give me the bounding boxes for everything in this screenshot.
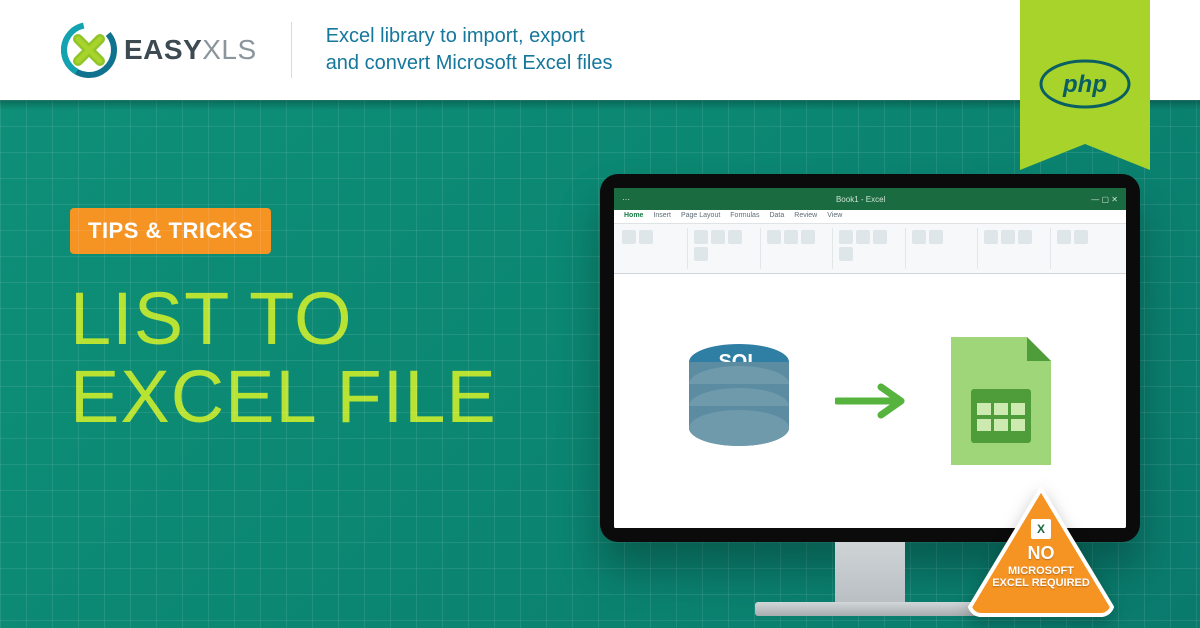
brand-name: EASYXLS [124, 34, 257, 66]
excel-tabs: Home Insert Page Layout Formulas Data Re… [614, 210, 1126, 224]
warn-l3: EXCEL REQUIRED [992, 577, 1090, 589]
php-icon: php [1039, 59, 1131, 109]
tech-ribbon: php [1020, 0, 1150, 144]
monitor-illustration: ⋯Book1 - Excel— ▢ ✕ Home Insert Page Lay… [600, 174, 1140, 616]
warning-text: NO MICROSOFT EXCEL REQUIRED [966, 543, 1116, 590]
hero: TIPS & TRICKS LIST TO EXCEL FILE ⋯Book1 … [0, 100, 1200, 628]
brand-easy: EASY [124, 34, 202, 65]
tab-pagelayout: Page Layout [681, 212, 720, 223]
tab-view: View [827, 212, 842, 223]
monitor-neck [835, 542, 905, 602]
tab-home: Home [624, 212, 643, 223]
svg-text:php: php [1062, 71, 1107, 98]
tab-insert: Insert [653, 212, 671, 223]
tab-review: Review [794, 212, 817, 223]
warn-l2: MICROSOFT [1008, 565, 1074, 577]
tagline-line2: and convert Microsoft Excel files [326, 50, 613, 77]
tab-formulas: Formulas [730, 212, 759, 223]
monitor-base [755, 602, 985, 616]
tagline: Excel library to import, export and conv… [326, 23, 613, 77]
tagline-line1: Excel library to import, export [326, 23, 613, 50]
header-divider [291, 22, 292, 78]
arrow-right-icon [835, 381, 905, 421]
brand-xls: XLS [202, 34, 256, 65]
warn-no: NO [966, 543, 1116, 564]
spreadsheet-file-icon [941, 331, 1061, 471]
no-excel-required-badge: X NO MICROSOFT EXCEL REQUIRED [966, 485, 1116, 622]
excel-x-icon: X [1031, 519, 1051, 539]
brand-logo: EASYXLS [60, 21, 257, 79]
excel-ribbon [614, 224, 1126, 274]
excel-titlebar: ⋯Book1 - Excel— ▢ ✕ [614, 188, 1126, 210]
tips-badge: TIPS & TRICKS [70, 208, 271, 254]
sql-database-icon: SQL [679, 336, 799, 466]
logo-mark-icon [60, 21, 118, 79]
excel-window: ⋯Book1 - Excel— ▢ ✕ Home Insert Page Lay… [614, 188, 1126, 528]
tab-data: Data [769, 212, 784, 223]
